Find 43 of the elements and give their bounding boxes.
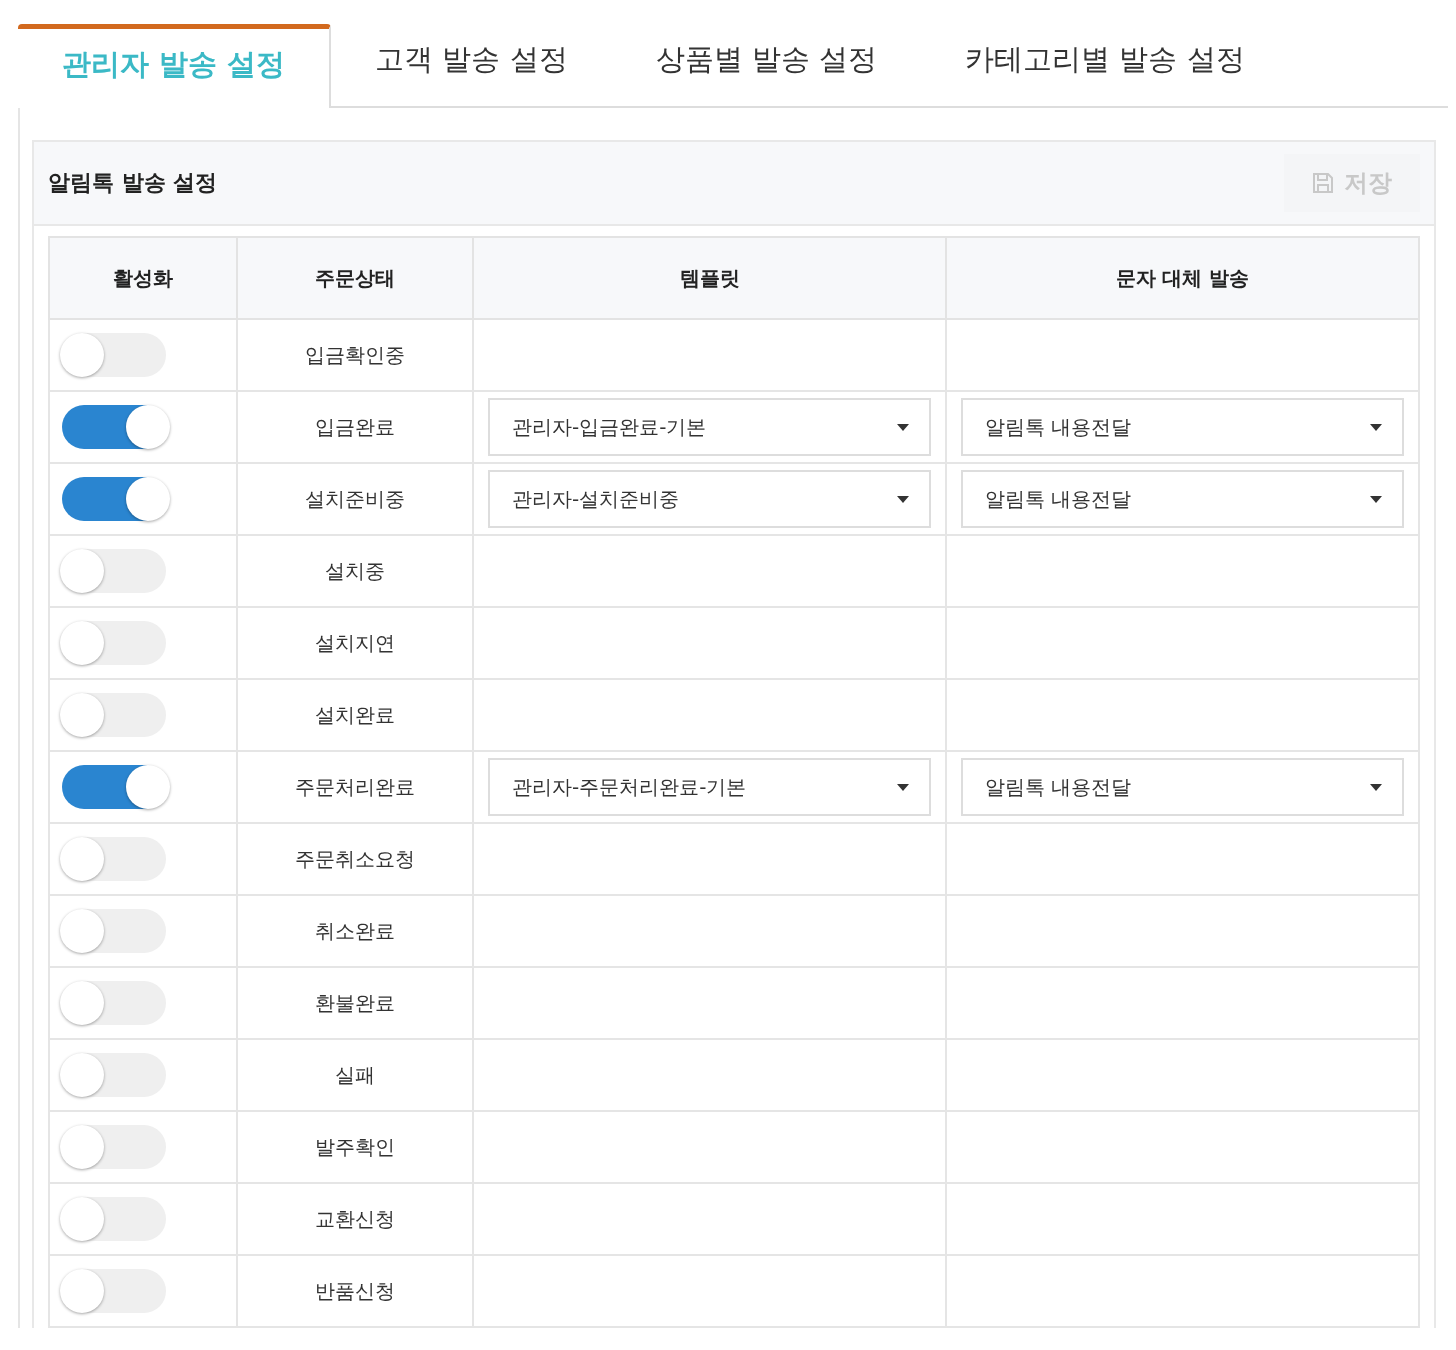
template-select[interactable]: 관리자-입금완료-기본: [488, 398, 931, 456]
toggle-switch[interactable]: [62, 909, 166, 953]
status-cell: 설치중: [237, 535, 473, 607]
toggle-switch[interactable]: [62, 693, 166, 737]
caret-icon: [1370, 783, 1382, 791]
status-cell: 입금완료: [237, 391, 473, 463]
toggle-switch[interactable]: [62, 333, 166, 377]
panel-title: 알림톡 발송 설정: [48, 169, 218, 197]
column-header: 주문상태: [237, 237, 473, 319]
template-select[interactable]: 관리자-주문처리완료-기본: [488, 758, 931, 816]
status-cell: 취소완료: [237, 895, 473, 967]
status-cell: 반품신청: [237, 1255, 473, 1327]
toggle-switch[interactable]: [62, 1053, 166, 1097]
template-select[interactable]: 관리자-설치준비중: [488, 470, 931, 528]
caret-icon: [897, 495, 909, 503]
toggle-switch[interactable]: [62, 1125, 166, 1169]
status-cell: 주문취소요청: [237, 823, 473, 895]
fallback-select[interactable]: 알림톡 내용전달: [961, 398, 1404, 456]
status-cell: 발주확인: [237, 1111, 473, 1183]
column-header: 활성화: [49, 237, 237, 319]
caret-icon: [897, 423, 909, 431]
caret-icon: [897, 783, 909, 791]
status-cell: 입금확인중: [237, 319, 473, 391]
status-cell: 설치지연: [237, 607, 473, 679]
status-cell: 교환신청: [237, 1183, 473, 1255]
fallback-select[interactable]: 알림톡 내용전달: [961, 758, 1404, 816]
toggle-switch[interactable]: [62, 1197, 166, 1241]
toggle-switch[interactable]: [62, 549, 166, 593]
toggle-switch[interactable]: [62, 621, 166, 665]
status-cell: 환불완료: [237, 967, 473, 1039]
status-cell: 설치준비중: [237, 463, 473, 535]
column-header: 문자 대체 발송: [946, 237, 1419, 319]
column-header: 템플릿: [473, 237, 946, 319]
status-cell: 주문처리완료: [237, 751, 473, 823]
status-cell: 실패: [237, 1039, 473, 1111]
caret-icon: [1370, 495, 1382, 503]
save-icon: [1312, 172, 1334, 194]
caret-icon: [1370, 423, 1382, 431]
toggle-switch[interactable]: [62, 837, 166, 881]
toggle-switch[interactable]: [62, 1269, 166, 1313]
status-cell: 설치완료: [237, 679, 473, 751]
toggle-switch[interactable]: [62, 981, 166, 1025]
fallback-select[interactable]: 알림톡 내용전달: [961, 470, 1404, 528]
